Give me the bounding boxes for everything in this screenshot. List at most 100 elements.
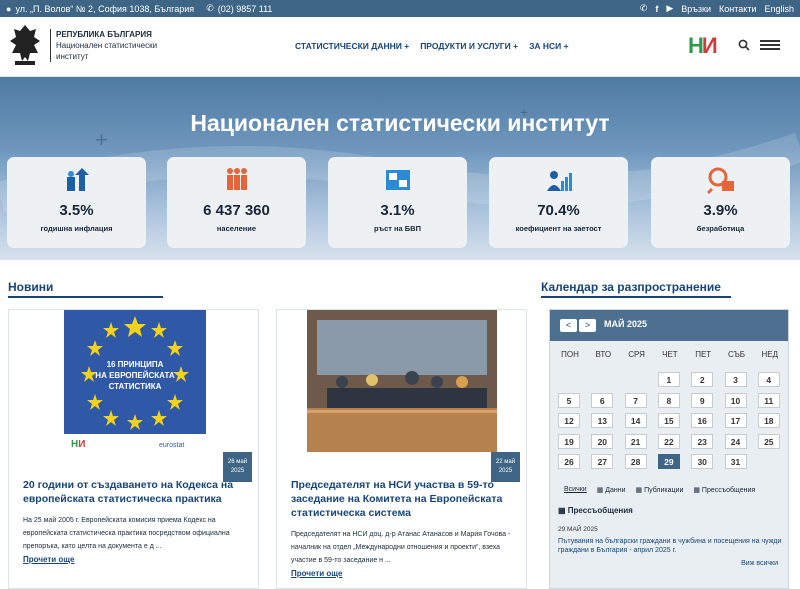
- indicator-label: годишна инфлация: [40, 224, 113, 233]
- date-year: 2025: [230, 468, 245, 474]
- indicator-label: население: [216, 224, 257, 233]
- unemployment-icon: [706, 167, 734, 195]
- indicator-gdp[interactable]: 3.1% ръст на БВП: [328, 157, 467, 248]
- employment-icon: [546, 171, 572, 191]
- calendar-day[interactable]: 8: [657, 392, 680, 408]
- read-more-link[interactable]: Прочети още: [291, 569, 342, 578]
- calendar-day[interactable]: 17: [724, 413, 747, 428]
- logo-line2: Национален статистически: [56, 40, 158, 50]
- indicator-value: 70.4%: [537, 202, 580, 219]
- calendar-day[interactable]: 9: [691, 392, 714, 408]
- link-english[interactable]: English: [764, 4, 794, 14]
- phone-text: (02) 9857 111: [217, 3, 273, 14]
- calendar-day[interactable]: 25: [757, 433, 780, 449]
- weekday-label: ЧЕТ: [662, 350, 678, 359]
- image-caption: eurostat: [159, 442, 184, 449]
- calendar-day[interactable]: 13: [591, 413, 614, 428]
- news-title[interactable]: Председателят на НСИ участва в 59-то зас…: [291, 478, 516, 520]
- nav-statistical-data[interactable]: СТАТИСТИЧЕСКИ ДАННИ +: [295, 41, 409, 51]
- location-icon: ●: [6, 3, 12, 14]
- prev-month-button[interactable]: <: [560, 319, 577, 332]
- tab-publications[interactable]: ▦ Публикации: [636, 486, 684, 494]
- calendar-day[interactable]: 15: [657, 413, 680, 428]
- calendar-day[interactable]: 2: [691, 372, 714, 387]
- calendar-day[interactable]: 7: [624, 392, 647, 408]
- indicator-unemployment[interactable]: 3.9% безработица: [651, 157, 790, 248]
- indicator-inflation[interactable]: 3.5% годишна инфлация: [7, 157, 146, 248]
- indicator-population[interactable]: 6 437 360 население: [167, 157, 306, 248]
- calendar-day[interactable]: 21: [624, 433, 647, 449]
- indicator-employment[interactable]: 70.4% коефициент на заетост: [489, 157, 628, 248]
- calendar-day[interactable]: 4: [757, 372, 780, 387]
- calendar-day[interactable]: 1: [657, 372, 680, 387]
- calendar-section-title: Календар за разпространение: [541, 280, 731, 298]
- facebook-icon[interactable]: f: [655, 4, 658, 14]
- press-heading-label: Прессъобщения: [567, 506, 633, 515]
- calendar-icon: ▦: [635, 487, 645, 494]
- release-calendar: < > МАЙ 2025 ПОН ВТО СРЯ ЧЕТ ПЕТ СЪБ НЕД 12345…: [549, 309, 789, 589]
- read-more-link[interactable]: Прочети още: [23, 555, 74, 564]
- press-release-link[interactable]: Пътувания на български граждани в чужбин…: [558, 537, 783, 555]
- tab-data[interactable]: ▦ Данни: [597, 486, 626, 494]
- calendar-day[interactable]: 22: [657, 433, 680, 449]
- news-image[interactable]: [277, 310, 526, 452]
- weekday-label: ВТО: [595, 350, 612, 359]
- weekday-label: ПЕТ: [695, 350, 712, 359]
- tab-press-releases[interactable]: ▦ Прессъобщения: [693, 486, 755, 494]
- logo-line3: институт: [56, 51, 89, 61]
- calendar-day[interactable]: 18: [757, 413, 780, 428]
- calendar-day[interactable]: 28: [624, 454, 647, 469]
- see-all-link[interactable]: Виж всички: [741, 560, 778, 567]
- inflation-icon: [66, 168, 89, 191]
- calendar-day[interactable]: 27: [591, 454, 614, 469]
- calendar-day[interactable]: 31: [724, 454, 747, 469]
- tab-all[interactable]: Всички: [564, 486, 587, 494]
- calendar-icon: ▦: [693, 487, 702, 494]
- indicator-label: ръст на БВП: [374, 224, 421, 233]
- indicator-value: 3.5%: [59, 202, 94, 219]
- calendar-day[interactable]: 10: [724, 392, 747, 408]
- hero-title: Национален статистически институт: [190, 110, 610, 136]
- logo-line1: РЕПУБЛИКА БЪЛГАРИЯ: [56, 29, 152, 39]
- calendar-day[interactable]: 11: [757, 392, 780, 408]
- search-icon[interactable]: [738, 39, 750, 51]
- calendar-day[interactable]: 23: [691, 433, 714, 449]
- hero-banner: + + Национален статистически институт 3.…: [0, 77, 800, 260]
- news-image[interactable]: 16 ПРИНЦИПА НА ЕВРОПЕЙСКАТА СТАТИСТИКА Н…: [9, 310, 258, 452]
- calendar-day[interactable]: 19: [558, 433, 580, 449]
- phone-icon: ✆: [206, 3, 214, 13]
- indicator-value: 3.1%: [380, 202, 415, 219]
- youtube-icon[interactable]: ▶: [666, 3, 673, 14]
- image-title-line1: 16 ПРИНЦИПА: [107, 360, 164, 369]
- calendar-day[interactable]: 6: [591, 392, 614, 408]
- link-contacts[interactable]: Контакти: [719, 4, 756, 14]
- calendar-day[interactable]: 24: [724, 433, 747, 449]
- news-excerpt: Председателят на НСИ доц. д-р Атанас Ата…: [291, 531, 511, 564]
- nav-about-nsi[interactable]: ЗА НСИ +: [529, 41, 569, 51]
- top-bar: ● ул. „П. Волов“ № 2, София 1038, Българ…: [0, 0, 800, 17]
- calendar-day[interactable]: 26: [558, 454, 580, 469]
- calendar-day[interactable]: 3: [724, 372, 747, 387]
- calendar-day[interactable]: 29: [657, 454, 680, 469]
- calendar-day[interactable]: 5: [558, 392, 580, 408]
- indicator-value: 6 437 360: [203, 202, 270, 219]
- calendar-day[interactable]: 12: [558, 413, 580, 428]
- next-month-button[interactable]: >: [579, 319, 596, 332]
- calendar-day[interactable]: 30: [691, 454, 714, 469]
- menu-icon[interactable]: [760, 40, 780, 50]
- calendar-icon: ▦: [596, 487, 606, 494]
- calendar-day[interactable]: 14: [624, 413, 647, 428]
- calendar-day[interactable]: 20: [591, 433, 614, 449]
- date-day: 22 май: [495, 459, 516, 465]
- nsi-logo[interactable]: НИ: [688, 33, 718, 59]
- calendar-day[interactable]: 16: [691, 413, 714, 428]
- link-links[interactable]: Връзки: [681, 4, 711, 14]
- news-card: 16 ПРИНЦИПА НА ЕВРОПЕЙСКАТА СТАТИСТИКА Н…: [8, 309, 259, 589]
- main-nav: СТАТИСТИЧЕСКИ ДАННИ + ПРОДУКТИ И УСЛУГИ …: [295, 41, 569, 51]
- phone-social-icon[interactable]: ✆: [640, 3, 648, 14]
- coat-of-arms-icon: [10, 25, 40, 65]
- nsi-home-logo[interactable]: РЕПУБЛИКА БЪЛГАРИЯ Национален статистиче…: [6, 23, 157, 67]
- nav-products-services[interactable]: ПРОДУКТИ И УСЛУГИ +: [420, 41, 518, 51]
- news-title[interactable]: 20 години от създаването на Кодекса на е…: [23, 478, 248, 506]
- population-icon: [226, 168, 247, 190]
